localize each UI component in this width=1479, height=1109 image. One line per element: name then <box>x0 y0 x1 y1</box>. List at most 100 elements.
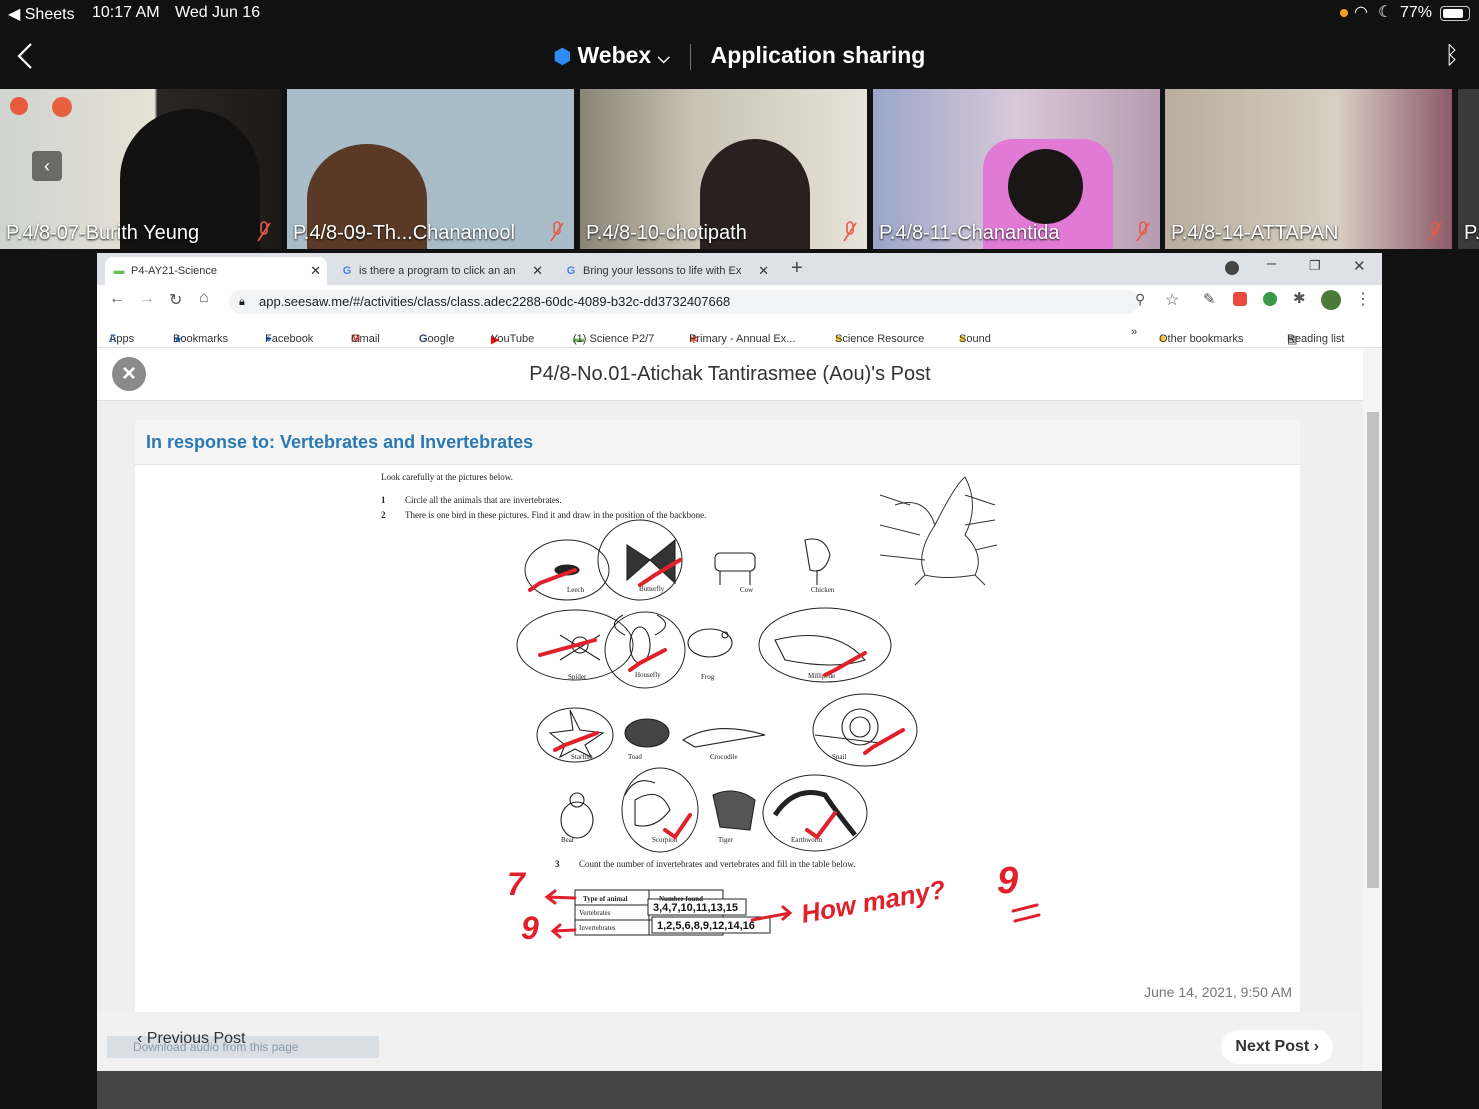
participant-strip: ‹ P.4/8-07-Burith Yeung P.4/8-09-Th...Ch… <box>0 89 1479 249</box>
previous-post-button[interactable]: ‹ Previous Post <box>137 1030 246 1048</box>
google-icon: G <box>566 265 576 277</box>
muted-mic-icon <box>550 221 564 242</box>
tab-seesaw[interactable]: ▬ P4-AY21-Science ✕ <box>105 257 327 285</box>
chevron-right-icon: › <box>1309 1038 1319 1055</box>
animal-label: Frog <box>701 673 715 681</box>
animal-sketches <box>548 538 881 839</box>
avatar[interactable] <box>1321 290 1341 310</box>
star-icon[interactable]: ☆ <box>1165 290 1179 310</box>
bookmark-label: Other bookmarks <box>1159 333 1244 345</box>
muted-mic-icon <box>257 221 271 242</box>
previous-post-label: Previous Post <box>146 1030 246 1047</box>
chevron-left-icon: ‹ <box>137 1030 147 1047</box>
bookmarks-bar: ⠿ Apps ★ Bookmarks ● Facebook M Gmail G … <box>97 319 1382 348</box>
google-icon: G <box>342 265 352 277</box>
animal-labels: Leech Butterfly Cow Chicken Spider House… <box>561 585 846 844</box>
participant-tile[interactable]: P.4/8-14-ATTAPAN <box>1165 89 1452 249</box>
battery-icon <box>1440 6 1470 21</box>
webex-header: ⬢ Webex ⌵ Application sharing ᛒ <box>0 28 1479 88</box>
wifi-icon: ◠ <box>1354 4 1368 21</box>
ws-q2: There is one bird in these pictures. Fin… <box>405 510 706 520</box>
next-post-label: Next Post <box>1235 1038 1310 1055</box>
close-window-icon[interactable]: ✕ <box>1353 257 1366 275</box>
hw-question: How many? <box>799 874 948 929</box>
tab-google-search[interactable]: Gis there a program to click an an ✕ <box>333 257 549 285</box>
tab-google-lessons[interactable]: G Bring your lessons to life with Ex ✕ <box>557 257 775 285</box>
tab-label: is there a program to click an an <box>359 265 516 277</box>
back-to-app-link[interactable]: ◀ Sheets <box>8 4 75 24</box>
animal-label: Toad <box>628 753 642 761</box>
participant-tile[interactable]: ‹ P.4/8-07-Burith Yeung <box>0 89 281 249</box>
participant-name: P.4/8-09-Th...Chanamool <box>293 222 515 244</box>
response-header: In response to: Vertebrates and Inverteb… <box>135 420 1300 465</box>
participant-tile[interactable]: P.4/8-09-Th...Chanamool <box>287 89 574 249</box>
restore-icon[interactable]: ❐ <box>1309 258 1321 274</box>
post-title: P4/8-No.01-Atichak Tantirasmee (Aou)'s P… <box>529 363 931 385</box>
window-bottom-bar <box>97 1071 1382 1109</box>
close-tab-icon[interactable]: ✕ <box>758 257 769 285</box>
chevron-down-icon[interactable]: ⌵ <box>658 50 670 67</box>
home-icon[interactable]: ⌂ <box>199 289 209 307</box>
table-row-label: Vertebrates <box>579 909 611 917</box>
pen-extension-icon[interactable]: ✎ <box>1203 290 1216 308</box>
bookmark-label: Sound <box>959 333 991 345</box>
forward-arrow-icon[interactable]: → <box>139 290 155 308</box>
close-tab-icon[interactable]: ✕ <box>310 257 321 285</box>
scroll-thumb[interactable] <box>1367 412 1379 888</box>
ws-q1-num: 1 <box>381 495 386 505</box>
next-post-button[interactable]: Next Post › <box>1221 1030 1333 1064</box>
url-field[interactable]: 🔒︎ app.seesaw.me/#/activities/class/class… <box>229 290 1139 314</box>
participant-name: P. <box>1464 222 1479 244</box>
participant-tile[interactable]: P.4/8-11-Chanantida <box>873 89 1160 249</box>
participant-name: P.4/8-11-Chanantida <box>879 222 1060 244</box>
sharing-mode-label: Application sharing <box>710 42 926 68</box>
seesaw-post-page: × P4/8-No.01-Atichak Tantirasmee (Aou)'s… <box>97 348 1382 1109</box>
participant-tile[interactable]: P. <box>1458 89 1479 249</box>
animal-label: Crocodile <box>710 753 738 761</box>
ws-intro: Look carefully at the pictures below. <box>381 472 513 482</box>
response-title: In response to: Vertebrates and Inverteb… <box>146 432 534 452</box>
table-header: Type of animal <box>583 895 628 903</box>
status-date: Wed Jun 16 <box>175 4 261 21</box>
bookmark-label: Gmail <box>351 333 380 345</box>
post-date: June 14, 2021, 9:50 AM <box>1144 984 1292 1000</box>
zoom-icon[interactable]: ⚲ <box>1135 291 1145 308</box>
ws-q3-num: 3 <box>555 859 560 869</box>
globe-extension-icon[interactable] <box>1263 292 1277 306</box>
webex-title: ⬢ Webex ⌵ Application sharing <box>0 42 1479 70</box>
animal-label: Leech <box>567 586 585 594</box>
table-row-label: Invertebrates <box>579 924 616 932</box>
back-arrow-icon[interactable]: ← <box>109 290 125 308</box>
profile-menu-icon[interactable] <box>1225 261 1239 275</box>
bird-skeleton-diagram <box>879 476 998 586</box>
worksheet-drawing: Look carefully at the pictures below. 1 … <box>381 472 1041 946</box>
ws-q1: Circle all the animals that are inverteb… <box>405 495 562 505</box>
chevron-left-icon[interactable]: ‹ <box>32 151 62 181</box>
tab-bar: ▬ P4-AY21-Science ✕ Gis there a program to… <box>97 253 1382 285</box>
bookmark-label: Apps <box>109 333 135 345</box>
kebab-menu-icon[interactable]: ⋮ <box>1355 289 1371 309</box>
webex-app-menu[interactable]: Webex <box>577 42 651 68</box>
participant-name: P.4/8-14-ATTAPAN <box>1171 222 1339 244</box>
new-tab-icon[interactable]: + <box>791 257 803 280</box>
bluetooth-icon[interactable]: ᛒ <box>1445 42 1459 70</box>
ws-q2-num: 2 <box>381 510 386 520</box>
puzzle-extensions-icon[interactable]: ✱ <box>1293 289 1306 307</box>
extension-icon[interactable] <box>1233 292 1247 306</box>
close-tab-icon[interactable]: ✕ <box>532 257 543 285</box>
participant-tile[interactable]: P.4/8-10-chotipath <box>580 89 867 249</box>
minimize-icon[interactable]: – <box>1267 255 1276 273</box>
worksheet-image: Look carefully at the pictures below. 1 … <box>135 465 1300 985</box>
battery-percent: 77% <box>1400 4 1433 21</box>
reload-icon[interactable]: ↻ <box>169 290 182 310</box>
page-scrollbar[interactable] <box>1363 348 1382 1071</box>
bookmark-label: Science Resource <box>835 333 925 345</box>
bookmark-label: YouTube <box>491 333 535 345</box>
animal-label: Chicken <box>811 586 835 594</box>
bookmarks-overflow[interactable]: » <box>1131 326 1137 338</box>
url-text: app.seesaw.me/#/activities/class/class.a… <box>259 294 731 309</box>
badge-icon <box>52 97 72 117</box>
bookmark-label: Primary - Annual Ex... <box>689 333 796 345</box>
back-app-label: Sheets <box>24 6 75 23</box>
seesaw-icon: ▬ <box>113 265 125 277</box>
